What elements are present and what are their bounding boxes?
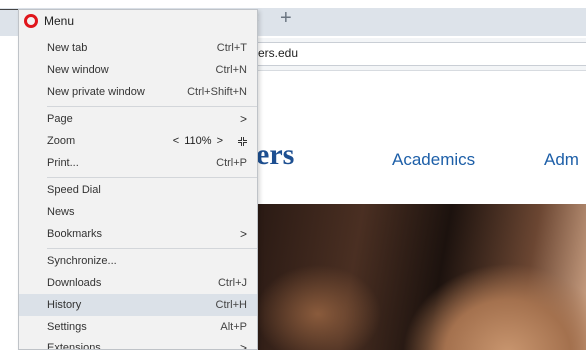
menu-item-speed-dial[interactable]: Speed Dial xyxy=(19,179,257,201)
menu-item-downloads[interactable]: Downloads Ctrl+J xyxy=(19,272,257,294)
menu-item-label: Zoom xyxy=(47,135,76,147)
menu-item-new-tab[interactable]: New tab Ctrl+T xyxy=(19,37,257,59)
menu-item-label: Page xyxy=(47,113,73,125)
menu-title: Menu xyxy=(44,14,75,28)
menu-separator xyxy=(47,106,257,107)
menu-item-label: Synchronize... xyxy=(47,255,117,267)
menu-item-shortcut: Alt+P xyxy=(220,321,247,333)
menu-item-shortcut: Ctrl+T xyxy=(216,42,247,54)
menu-item-extensions[interactable]: Extensions > xyxy=(19,337,257,350)
menu-separator xyxy=(47,248,257,249)
menu-header[interactable]: Menu xyxy=(19,10,257,32)
menu-pointer-line xyxy=(0,9,18,10)
hero-image xyxy=(258,204,586,350)
menu-item-shortcut: Ctrl+P xyxy=(216,157,247,169)
url-text[interactable]: ers.edu xyxy=(258,46,298,60)
opera-logo-icon xyxy=(24,14,38,28)
zoom-level: 110% xyxy=(184,135,212,147)
nav-link-academics[interactable]: Academics xyxy=(392,150,475,170)
chevron-right-icon: > xyxy=(239,341,247,350)
menu-item-label: Speed Dial xyxy=(47,184,101,196)
menu-item-settings[interactable]: Settings Alt+P xyxy=(19,316,257,338)
menu-item-bookmarks[interactable]: Bookmarks > xyxy=(19,223,257,245)
menu-item-label: New private window xyxy=(47,86,145,98)
new-tab-button[interactable]: + xyxy=(280,7,292,29)
menu-item-new-private-window[interactable]: New private window Ctrl+Shift+N xyxy=(19,81,257,103)
zoom-out-button[interactable]: < xyxy=(173,135,179,147)
nav-link-admissions[interactable]: Adm xyxy=(544,150,579,170)
menu-item-label: Extensions xyxy=(47,342,101,350)
chevron-right-icon: > xyxy=(239,227,247,241)
menu-item-synchronize[interactable]: Synchronize... xyxy=(19,250,257,272)
menu-item-shortcut: Ctrl+J xyxy=(217,277,247,289)
opera-main-menu: Menu New tab Ctrl+T New window Ctrl+N Ne… xyxy=(18,9,258,350)
menu-item-label: New window xyxy=(47,64,109,76)
menu-item-label: New tab xyxy=(47,42,88,54)
menu-item-zoom: Zoom < 110% > xyxy=(19,130,257,152)
menu-item-label: News xyxy=(47,206,75,218)
zoom-in-button[interactable]: > xyxy=(217,135,223,147)
menu-item-history[interactable]: History Ctrl+H xyxy=(19,294,257,316)
menu-separator xyxy=(47,177,257,178)
menu-item-news[interactable]: News xyxy=(19,201,257,223)
menu-item-label: History xyxy=(47,299,82,311)
menu-item-shortcut: Ctrl+Shift+N xyxy=(187,86,247,98)
menu-item-label: Downloads xyxy=(47,277,102,289)
menu-item-shortcut: Ctrl+N xyxy=(215,64,247,76)
menu-item-print[interactable]: Print... Ctrl+P xyxy=(19,152,257,174)
menu-item-label: Settings xyxy=(47,321,87,333)
menu-item-new-window[interactable]: New window Ctrl+N xyxy=(19,59,257,81)
menu-item-page[interactable]: Page > xyxy=(19,108,257,130)
menu-item-shortcut: Ctrl+H xyxy=(215,299,247,311)
menu-item-label: Bookmarks xyxy=(47,228,103,240)
menu-item-label: Print... xyxy=(47,157,79,169)
chevron-right-icon: > xyxy=(239,112,247,126)
zoom-controls: < 110% > xyxy=(173,135,247,147)
site-logo-text[interactable]: ers xyxy=(256,138,294,172)
fullscreen-icon[interactable] xyxy=(238,136,247,146)
